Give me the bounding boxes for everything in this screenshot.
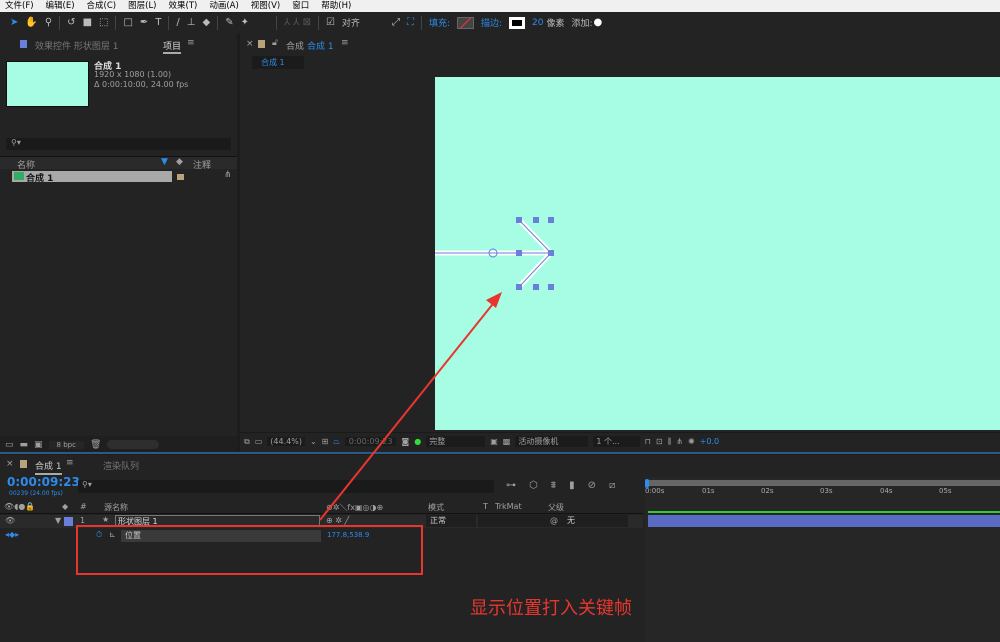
annotation-arrow (319, 292, 502, 521)
annotation-text: 显示位置打入关键帧 (470, 598, 632, 619)
